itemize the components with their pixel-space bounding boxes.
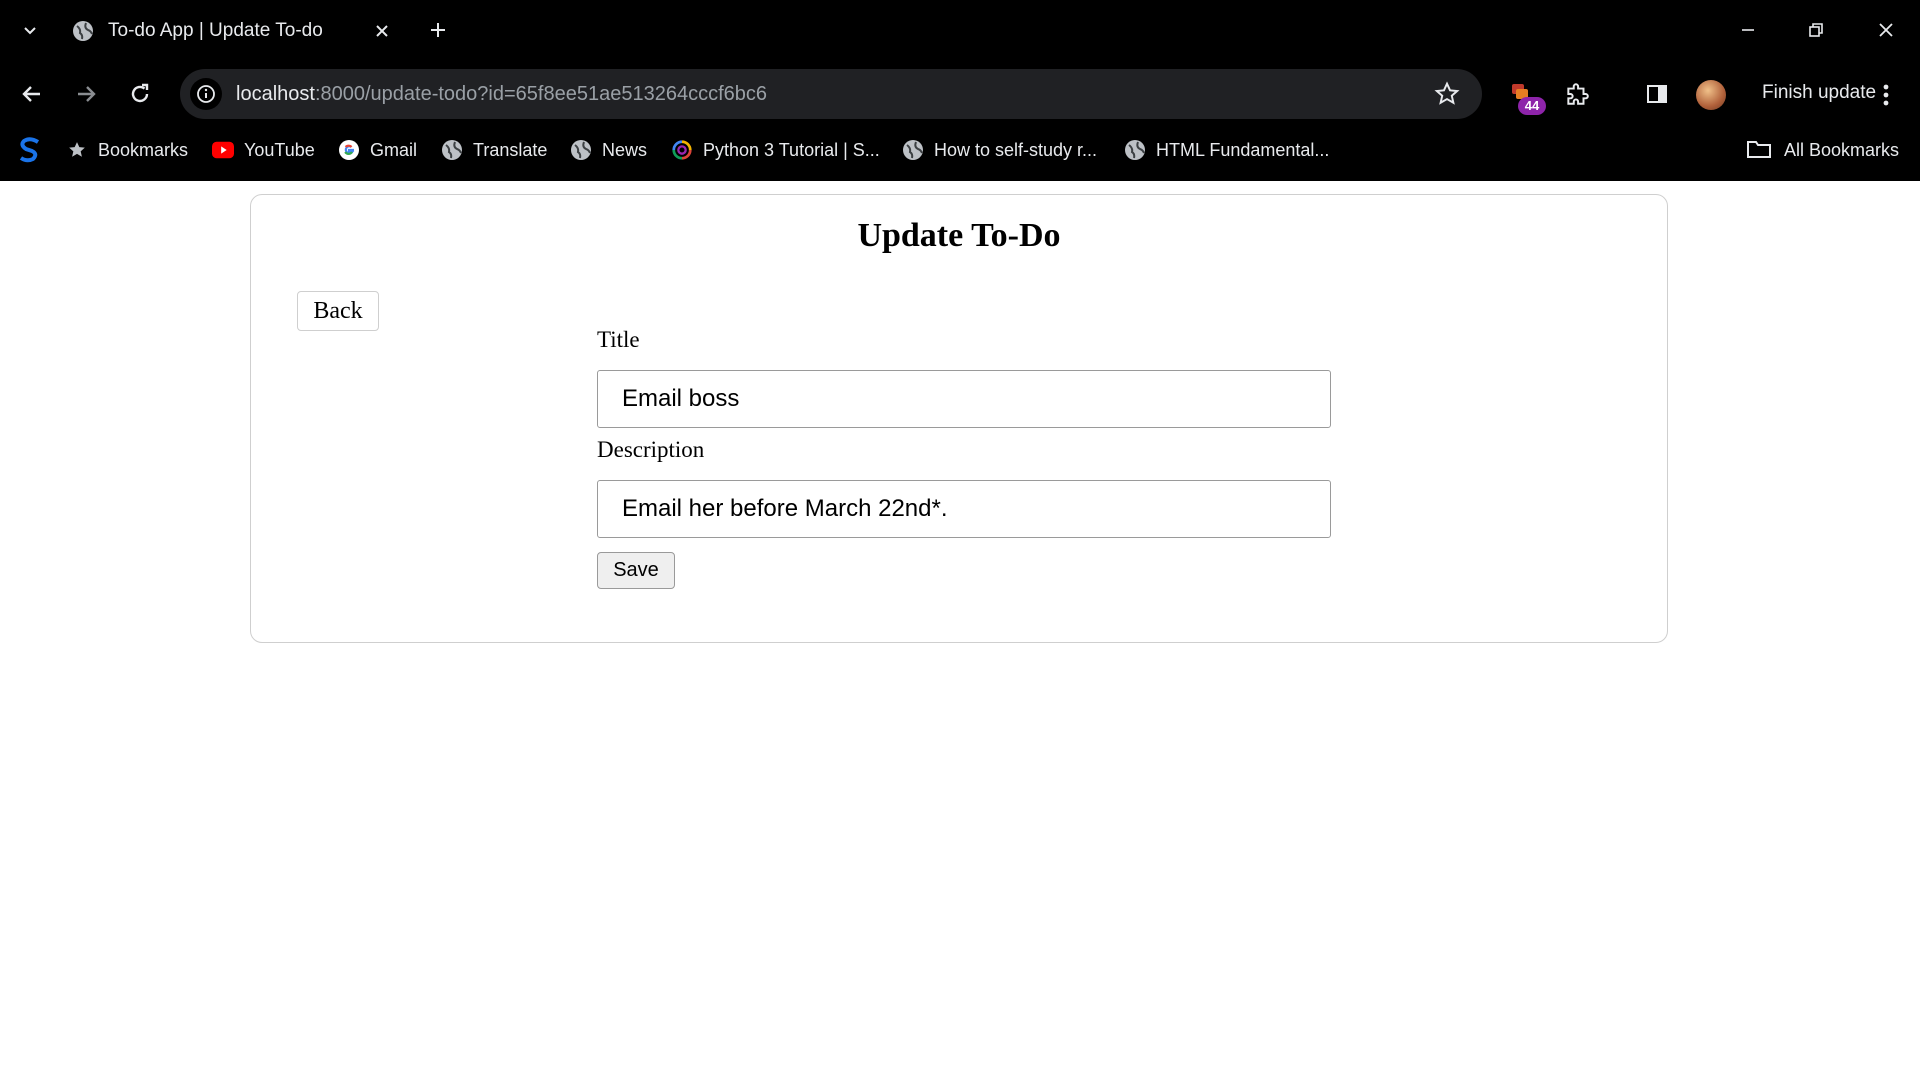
update-todo-card: Update To-Do Back Title Description Save bbox=[250, 194, 1668, 643]
more-menu-icon[interactable] bbox=[1876, 80, 1896, 110]
globe-icon bbox=[1124, 139, 1146, 161]
arrow-right-icon bbox=[78, 86, 96, 102]
s-logo-icon[interactable] bbox=[18, 136, 42, 164]
tab-search-button[interactable] bbox=[16, 14, 44, 46]
bookmark-star-icon[interactable] bbox=[1434, 81, 1460, 107]
tab-active[interactable]: To-do App | Update To-do bbox=[64, 10, 404, 52]
bookmark-label: HTML Fundamental... bbox=[1156, 139, 1330, 160]
bookmark-label: Translate bbox=[473, 139, 548, 160]
bookmark-translate[interactable]: Translate bbox=[441, 136, 547, 164]
bookmark-python-tutorial[interactable]: Python 3 Tutorial | S... bbox=[671, 136, 880, 164]
globe-icon bbox=[72, 20, 94, 42]
youtube-icon bbox=[212, 139, 234, 161]
close-window-button[interactable] bbox=[1866, 14, 1906, 46]
title-input[interactable] bbox=[597, 370, 1331, 428]
bookmark-label: How to self-study r... bbox=[934, 139, 1098, 160]
globe-icon bbox=[441, 139, 463, 161]
arrow-left-icon bbox=[22, 86, 40, 102]
globe-icon bbox=[570, 139, 592, 161]
bookmark-bookmarks[interactable]: Bookmarks bbox=[66, 136, 188, 164]
bookmarks-bar: Bookmarks YouTube Gmail Translate News P… bbox=[0, 130, 1920, 170]
bookmark-label: Bookmarks bbox=[98, 139, 189, 160]
bookmark-html-fundamentals[interactable]: HTML Fundamental... bbox=[1124, 136, 1329, 164]
bookmark-youtube[interactable]: YouTube bbox=[212, 136, 315, 164]
browser-chrome: To-do App | Update To-do localhost:8000/… bbox=[0, 0, 1920, 181]
reload-button[interactable] bbox=[122, 76, 158, 112]
finish-update-button[interactable]: Finish update bbox=[1762, 82, 1876, 104]
new-tab-button[interactable] bbox=[424, 14, 452, 46]
extensions-menu-button[interactable] bbox=[1560, 77, 1594, 111]
restore-icon bbox=[1809, 23, 1823, 37]
site-info-icon[interactable] bbox=[190, 78, 222, 110]
minimize-icon bbox=[1742, 29, 1754, 31]
close-icon bbox=[1879, 23, 1893, 37]
bookmark-label: YouTube bbox=[244, 139, 315, 160]
description-label: Description bbox=[597, 437, 705, 462]
page-title: Update To-Do bbox=[857, 217, 1061, 254]
bookmark-label: Python 3 Tutorial | S... bbox=[703, 139, 880, 160]
side-panel-icon bbox=[1647, 85, 1667, 103]
tab-strip: To-do App | Update To-do bbox=[0, 0, 1920, 62]
tab-title: To-do App | Update To-do bbox=[108, 20, 323, 41]
back-button[interactable]: Back bbox=[297, 291, 379, 331]
url-path: :8000/update-todo?id=65f8ee51ae513264ccc… bbox=[314, 82, 767, 105]
page-content: Update To-Do Back Title Description Save bbox=[0, 181, 1920, 1080]
bookmark-news[interactable]: News bbox=[570, 136, 647, 164]
url-text: localhost:8000/update-todo?id=65f8ee51ae… bbox=[236, 83, 767, 106]
globe-icon bbox=[902, 139, 924, 161]
title-label: Title bbox=[597, 327, 640, 352]
all-bookmarks-label: All Bookmarks bbox=[1784, 139, 1900, 160]
bookmark-label: News bbox=[602, 139, 648, 160]
extension-count-badge: 44 bbox=[1518, 97, 1546, 115]
google-icon bbox=[338, 139, 360, 161]
description-input[interactable] bbox=[597, 480, 1331, 538]
address-bar[interactable]: localhost:8000/update-todo?id=65f8ee51ae… bbox=[180, 69, 1482, 119]
save-button[interactable]: Save bbox=[597, 552, 675, 589]
swirl-icon bbox=[671, 139, 693, 161]
url-host: localhost bbox=[236, 82, 315, 105]
chevron-down-icon bbox=[24, 27, 36, 35]
folder-icon bbox=[1746, 139, 1772, 161]
bookmark-label: Gmail bbox=[370, 139, 418, 160]
side-panel-button[interactable] bbox=[1640, 77, 1674, 111]
profile-avatar[interactable] bbox=[1696, 80, 1726, 110]
all-bookmarks-button[interactable]: All Bookmarks bbox=[1746, 136, 1899, 164]
reload-icon bbox=[131, 83, 149, 103]
bookmark-self-study[interactable]: How to self-study r... bbox=[902, 136, 1097, 164]
forward-nav-button[interactable] bbox=[68, 76, 104, 112]
back-nav-button[interactable] bbox=[14, 76, 50, 112]
puzzle-icon bbox=[1567, 83, 1589, 105]
star-icon bbox=[66, 139, 88, 161]
bookmark-gmail[interactable]: Gmail bbox=[338, 136, 417, 164]
restore-button[interactable] bbox=[1796, 14, 1836, 46]
close-tab-icon[interactable] bbox=[368, 17, 396, 45]
plus-icon bbox=[431, 23, 445, 37]
toolbar: localhost:8000/update-todo?id=65f8ee51ae… bbox=[0, 62, 1920, 126]
minimize-button[interactable] bbox=[1728, 14, 1768, 46]
